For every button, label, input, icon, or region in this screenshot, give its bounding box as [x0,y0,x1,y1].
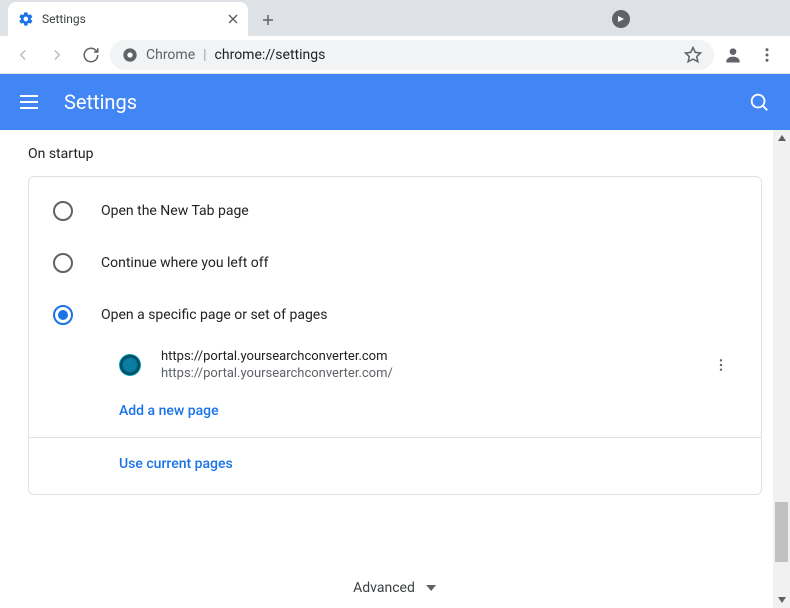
scrollbar-down-button[interactable] [773,592,790,608]
radio-continue[interactable]: Continue where you left off [29,237,761,289]
tab-label: Settings [42,12,86,26]
address-divider: | [203,47,206,63]
divider [29,437,761,438]
scrollbar-track[interactable] [773,146,790,592]
media-badge-icon [612,10,630,28]
kebab-menu-button[interactable] [752,40,782,70]
forward-button[interactable] [42,40,72,70]
section-title-startup: On startup [10,138,780,176]
chrome-icon [122,47,138,63]
tab-settings[interactable]: Settings [8,2,248,36]
page-more-button[interactable] [713,357,737,373]
gear-icon [18,11,34,27]
radio-specific-pages[interactable]: Open a specific page or set of pages [29,289,761,341]
settings-header: Settings [0,74,790,130]
address-url: chrome://settings [215,47,326,63]
back-button[interactable] [8,40,38,70]
radio-button-icon [53,253,73,273]
startup-page-item: https://portal.yoursearchconverter.com h… [29,341,761,389]
startup-card: Open the New Tab page Continue where you… [28,176,762,495]
chevron-down-icon [425,582,437,594]
content-area: On startup Open the New Tab page Continu… [0,130,790,608]
radio-label: Open a specific page or set of pages [101,307,327,323]
radio-label: Open the New Tab page [101,203,249,219]
address-prefix: Chrome [146,47,195,63]
new-tab-button[interactable] [254,6,282,34]
scrollbar-thumb[interactable] [775,502,788,562]
use-current-pages-link[interactable]: Use current pages [29,442,761,486]
advanced-label: Advanced [353,580,415,596]
reload-button[interactable] [76,40,106,70]
tab-strip: Settings [0,0,790,36]
profile-button[interactable] [718,40,748,70]
address-bar[interactable]: Chrome | chrome://settings [110,40,714,70]
radio-label: Continue where you left off [101,255,269,271]
bookmark-star-icon[interactable] [684,46,702,64]
radio-button-selected-icon [53,305,73,325]
close-tab-button[interactable] [228,14,238,24]
radio-open-new-tab[interactable]: Open the New Tab page [29,185,761,237]
add-new-page-link[interactable]: Add a new page [29,389,761,433]
page-url-text: https://portal.yoursearchconverter.com/ [161,366,393,381]
search-button[interactable] [748,91,770,113]
scrollbar-up-button[interactable] [773,130,790,146]
page-title: Settings [64,90,137,114]
radio-button-icon [53,201,73,221]
hamburger-menu-button[interactable] [20,90,44,114]
advanced-toggle[interactable]: Advanced [353,580,437,596]
page-title-text: https://portal.yoursearchconverter.com [161,349,393,364]
page-favicon-icon [119,354,141,376]
page-text: https://portal.yoursearchconverter.com h… [161,349,393,381]
browser-toolbar: Chrome | chrome://settings [0,36,790,74]
